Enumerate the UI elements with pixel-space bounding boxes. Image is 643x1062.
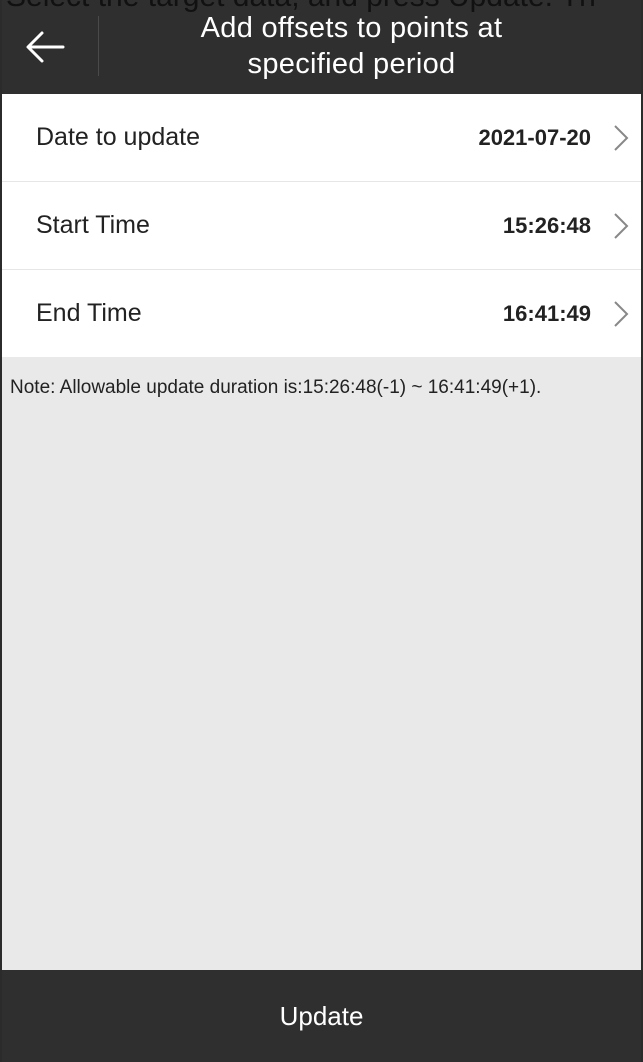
empty-content-area <box>2 401 641 970</box>
end-time-value: 16:41:49 <box>502 300 591 326</box>
duration-note: Note: Allowable update duration is:15:26… <box>10 377 542 398</box>
caption-fragment: Select the target data, and press Update… <box>0 0 643 12</box>
date-to-update-value: 2021-07-20 <box>478 124 591 150</box>
update-button[interactable]: Update <box>2 970 641 1062</box>
arrow-left-icon <box>26 31 65 63</box>
end-time-label: End Time <box>36 299 142 327</box>
page-title-line2: specified period <box>247 48 456 80</box>
update-button-label: Update <box>279 1000 364 1031</box>
date-to-update-row[interactable]: Date to update 2021-07-20 <box>2 94 641 182</box>
start-time-label: Start Time <box>36 211 150 239</box>
end-time-row[interactable]: End Time 16:41:49 <box>2 270 641 357</box>
title-bar: Add offsets to points at specified perio… <box>2 0 641 94</box>
page-title: Add offsets to points at specified perio… <box>102 10 601 82</box>
start-time-row[interactable]: Start Time 15:26:48 <box>2 182 641 270</box>
settings-list: Date to update 2021-07-20 Start Time 15:… <box>2 94 641 357</box>
app-screen: Add offsets to points at specified perio… <box>0 0 643 1062</box>
chevron-right-icon <box>614 212 629 239</box>
date-to-update-label: Date to update <box>36 123 201 151</box>
chevron-right-icon <box>614 300 629 327</box>
start-time-value: 15:26:48 <box>502 212 591 238</box>
chevron-right-icon <box>614 124 629 151</box>
title-divider <box>98 16 99 76</box>
page-title-line1: Add offsets to points at <box>200 12 503 44</box>
back-button[interactable] <box>2 0 88 94</box>
